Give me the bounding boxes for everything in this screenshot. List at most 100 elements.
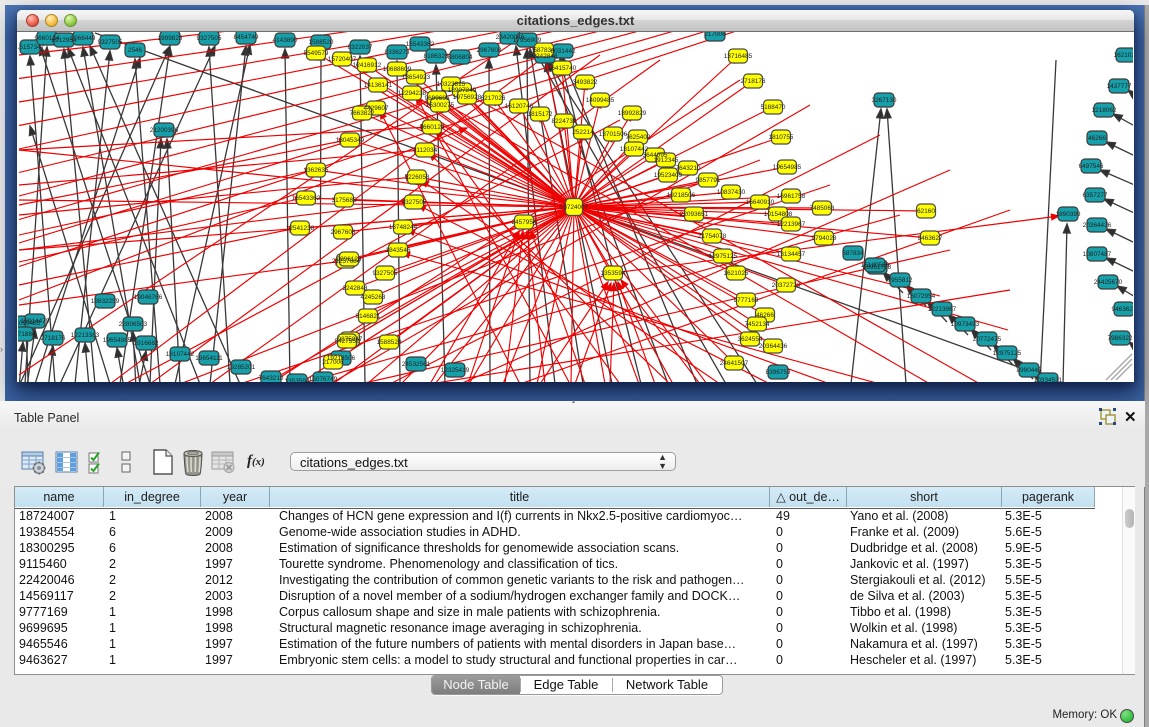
svg-text:217006: 217006 bbox=[704, 32, 726, 38]
svg-text:18724007: 18724007 bbox=[560, 204, 589, 211]
svg-text:8336273: 8336273 bbox=[385, 49, 410, 56]
svg-text:10807487: 10807487 bbox=[1083, 251, 1112, 258]
svg-text:10688609: 10688609 bbox=[383, 66, 412, 73]
svg-text:1353594: 1353594 bbox=[601, 270, 626, 277]
svg-text:9327505: 9327505 bbox=[197, 35, 222, 42]
svg-text:15180586: 15180586 bbox=[861, 262, 890, 269]
svg-text:22093651: 22093651 bbox=[680, 211, 709, 218]
svg-text:13045349: 13045349 bbox=[336, 137, 365, 144]
svg-text:24425670: 24425670 bbox=[1094, 279, 1123, 286]
svg-text:1999828: 1999828 bbox=[158, 35, 183, 42]
svg-text:20364436: 20364436 bbox=[1083, 222, 1112, 229]
svg-text:12416912: 12416912 bbox=[353, 62, 382, 69]
svg-text:7485063: 7485063 bbox=[810, 205, 835, 212]
svg-text:18907249: 18907249 bbox=[448, 87, 477, 94]
svg-text:9463627: 9463627 bbox=[918, 235, 943, 242]
svg-text:14136141: 14136141 bbox=[364, 82, 393, 89]
svg-text:14099485: 14099485 bbox=[586, 97, 615, 104]
svg-text:5188470: 5188470 bbox=[761, 104, 786, 111]
svg-text:22806503: 22806503 bbox=[119, 321, 148, 328]
svg-text:16640910: 16640910 bbox=[746, 199, 775, 206]
svg-text:1588520: 1588520 bbox=[309, 39, 334, 46]
svg-text:9327505: 9327505 bbox=[98, 39, 123, 46]
svg-text:12975125: 12975125 bbox=[709, 253, 738, 260]
svg-text:9794028: 9794028 bbox=[812, 235, 837, 242]
svg-text:10154808: 10154808 bbox=[764, 211, 793, 218]
svg-text:9463627: 9463627 bbox=[1112, 306, 1133, 313]
svg-text:18107442: 18107442 bbox=[166, 351, 195, 358]
svg-text:7986322: 7986322 bbox=[1108, 335, 1133, 342]
svg-text:9857791: 9857791 bbox=[696, 177, 721, 184]
svg-text:1621025: 1621025 bbox=[1114, 52, 1133, 59]
svg-text:16961758: 16961758 bbox=[777, 193, 806, 200]
svg-text:19046766: 19046766 bbox=[134, 294, 163, 301]
svg-text:21200396: 21200396 bbox=[150, 127, 179, 134]
svg-text:19523409: 19523409 bbox=[654, 172, 683, 179]
svg-text:10837430: 10837430 bbox=[717, 189, 746, 196]
svg-text:1353594: 1353594 bbox=[285, 378, 310, 382]
svg-text:13134457: 13134457 bbox=[777, 251, 806, 258]
svg-text:12975125: 12975125 bbox=[993, 350, 1022, 357]
svg-text:7643210: 7643210 bbox=[259, 375, 284, 382]
svg-text:7452134: 7452134 bbox=[745, 321, 770, 328]
svg-text:9427552: 9427552 bbox=[335, 338, 360, 345]
svg-text:12325419: 12325419 bbox=[441, 367, 470, 374]
svg-text:13748244: 13748244 bbox=[389, 224, 418, 231]
svg-text:15157347: 15157347 bbox=[18, 44, 45, 51]
svg-text:2457954: 2457954 bbox=[512, 219, 537, 226]
svg-text:19832259: 19832259 bbox=[91, 298, 120, 305]
svg-text:5226058: 5226058 bbox=[405, 174, 430, 181]
svg-text:7671884: 7671884 bbox=[18, 331, 36, 338]
svg-text:4143890: 4143890 bbox=[273, 37, 298, 44]
svg-text:3624554: 3624554 bbox=[738, 336, 763, 343]
svg-text:15076749: 15076749 bbox=[309, 376, 338, 382]
svg-text:8186323: 8186323 bbox=[424, 53, 449, 60]
svg-text:19756928: 19756928 bbox=[453, 94, 482, 101]
svg-text:13701506: 13701506 bbox=[599, 131, 628, 138]
svg-text:8990445: 8990445 bbox=[1017, 367, 1042, 374]
svg-text:12541238: 12541238 bbox=[286, 225, 315, 232]
svg-text:10973493: 10973493 bbox=[951, 321, 980, 328]
svg-text:16415740: 16415740 bbox=[548, 65, 577, 72]
svg-text:1815172: 1815172 bbox=[528, 111, 553, 118]
svg-text:13654923: 13654923 bbox=[402, 74, 431, 81]
svg-text:9699695: 9699695 bbox=[425, 95, 450, 102]
svg-text:6357277: 6357277 bbox=[1083, 192, 1108, 199]
svg-text:16914479: 16914479 bbox=[21, 318, 50, 325]
svg-text:9660124: 9660124 bbox=[420, 124, 445, 131]
svg-text:1843546: 1843546 bbox=[386, 247, 411, 254]
svg-text:2967608: 2967608 bbox=[477, 47, 502, 54]
svg-text:8454749: 8454749 bbox=[234, 34, 259, 41]
svg-text:9146821: 9146821 bbox=[356, 313, 381, 320]
svg-text:19654111: 19654111 bbox=[195, 355, 223, 362]
svg-text:46266: 46266 bbox=[756, 312, 774, 319]
svg-text:16072954: 16072954 bbox=[907, 293, 936, 300]
svg-text:62160: 62160 bbox=[917, 208, 935, 215]
svg-text:2967608: 2967608 bbox=[331, 229, 356, 236]
svg-text:3493822: 3493822 bbox=[573, 79, 598, 86]
svg-text:7643210: 7643210 bbox=[676, 165, 701, 172]
svg-text:9777169: 9777169 bbox=[734, 297, 759, 304]
svg-text:6497546: 6497546 bbox=[1079, 163, 1104, 170]
svg-text:15300275: 15300275 bbox=[426, 102, 455, 109]
svg-text:12213967: 12213967 bbox=[928, 306, 957, 313]
svg-text:217006: 217006 bbox=[322, 359, 344, 366]
svg-text:1621025: 1621025 bbox=[724, 270, 749, 277]
svg-text:9896123: 9896123 bbox=[337, 256, 362, 263]
svg-text:24641507: 24641507 bbox=[720, 360, 749, 367]
svg-text:2546: 2546 bbox=[128, 47, 143, 54]
svg-text:10334531: 10334531 bbox=[1034, 377, 1063, 382]
svg-text:20372723: 20372723 bbox=[772, 282, 801, 289]
svg-text:19654985: 19654985 bbox=[773, 164, 802, 171]
svg-text:4112034: 4112034 bbox=[413, 147, 438, 154]
svg-text:16120746: 16120746 bbox=[505, 103, 534, 110]
svg-text:1916682: 1916682 bbox=[134, 340, 159, 347]
svg-text:5549579: 5549579 bbox=[304, 50, 329, 57]
svg-text:587834: 587834 bbox=[533, 47, 555, 54]
svg-text:1437777: 1437777 bbox=[1107, 83, 1132, 90]
svg-text:8396759: 8396759 bbox=[766, 369, 791, 376]
svg-text:1218062: 1218062 bbox=[1092, 107, 1117, 114]
svg-text:17956909: 17956909 bbox=[513, 37, 542, 44]
svg-text:12213967: 12213967 bbox=[777, 221, 806, 228]
svg-text:2242848: 2242848 bbox=[343, 285, 368, 292]
